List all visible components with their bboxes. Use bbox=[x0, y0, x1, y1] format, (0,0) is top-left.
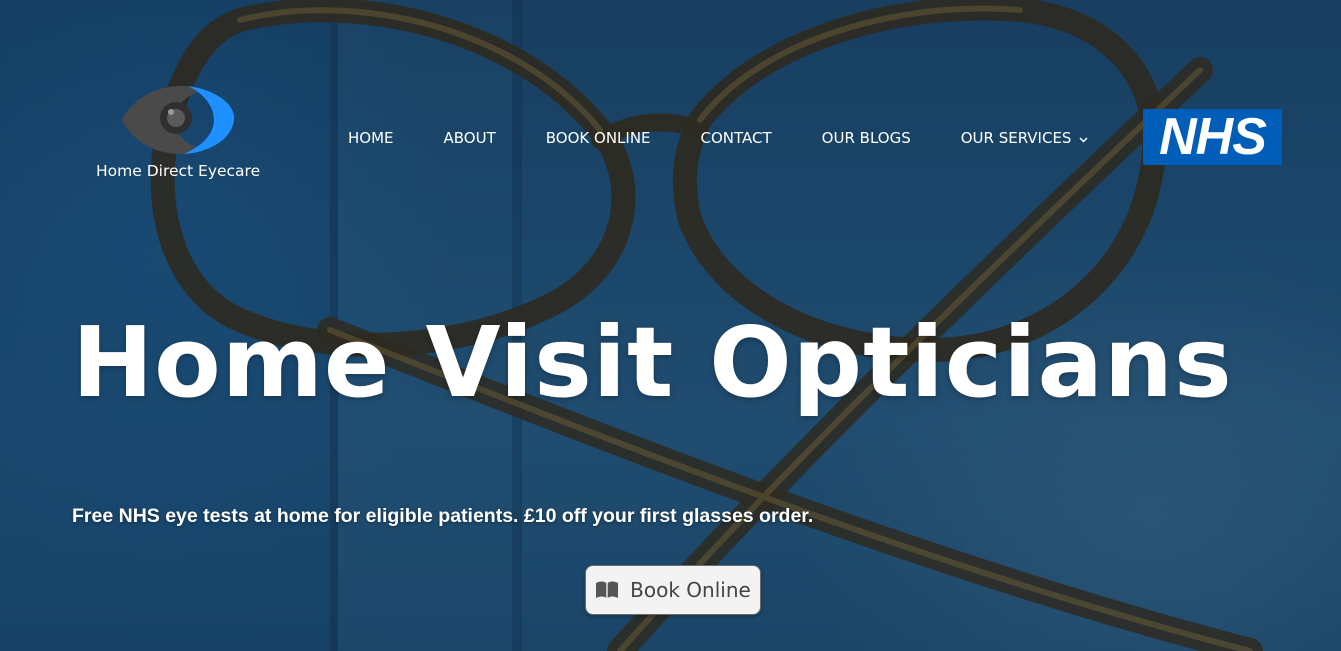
eye-logo-icon bbox=[122, 85, 235, 155]
nav-home[interactable]: HOME bbox=[348, 129, 394, 147]
book-online-button[interactable]: Book Online bbox=[585, 565, 761, 615]
site-logo[interactable]: Home Direct Eyecare bbox=[96, 80, 261, 185]
hero-subtitle: Free NHS eye tests at home for eligible … bbox=[72, 505, 814, 527]
nav-about[interactable]: ABOUT bbox=[444, 129, 496, 147]
nav-book-online[interactable]: BOOK ONLINE bbox=[546, 129, 651, 147]
main-navigation: HOME ABOUT BOOK ONLINE CONTACT OUR BLOGS… bbox=[348, 128, 1088, 148]
brand-name: Home Direct Eyecare bbox=[96, 162, 261, 180]
nhs-logo: NHS bbox=[1143, 109, 1282, 165]
nav-our-blogs[interactable]: OUR BLOGS bbox=[822, 129, 911, 147]
book-icon bbox=[595, 581, 619, 599]
nav-contact[interactable]: CONTACT bbox=[701, 129, 772, 147]
nav-our-services-label: OUR SERVICES bbox=[960, 129, 1072, 147]
nav-our-services[interactable]: OUR SERVICES bbox=[961, 129, 1089, 147]
chevron-down-icon bbox=[1079, 129, 1088, 147]
nhs-logo-text: NHS bbox=[1159, 108, 1267, 166]
hero-title: Home Visit Opticians bbox=[72, 306, 1233, 419]
book-online-button-label: Book Online bbox=[630, 578, 751, 602]
